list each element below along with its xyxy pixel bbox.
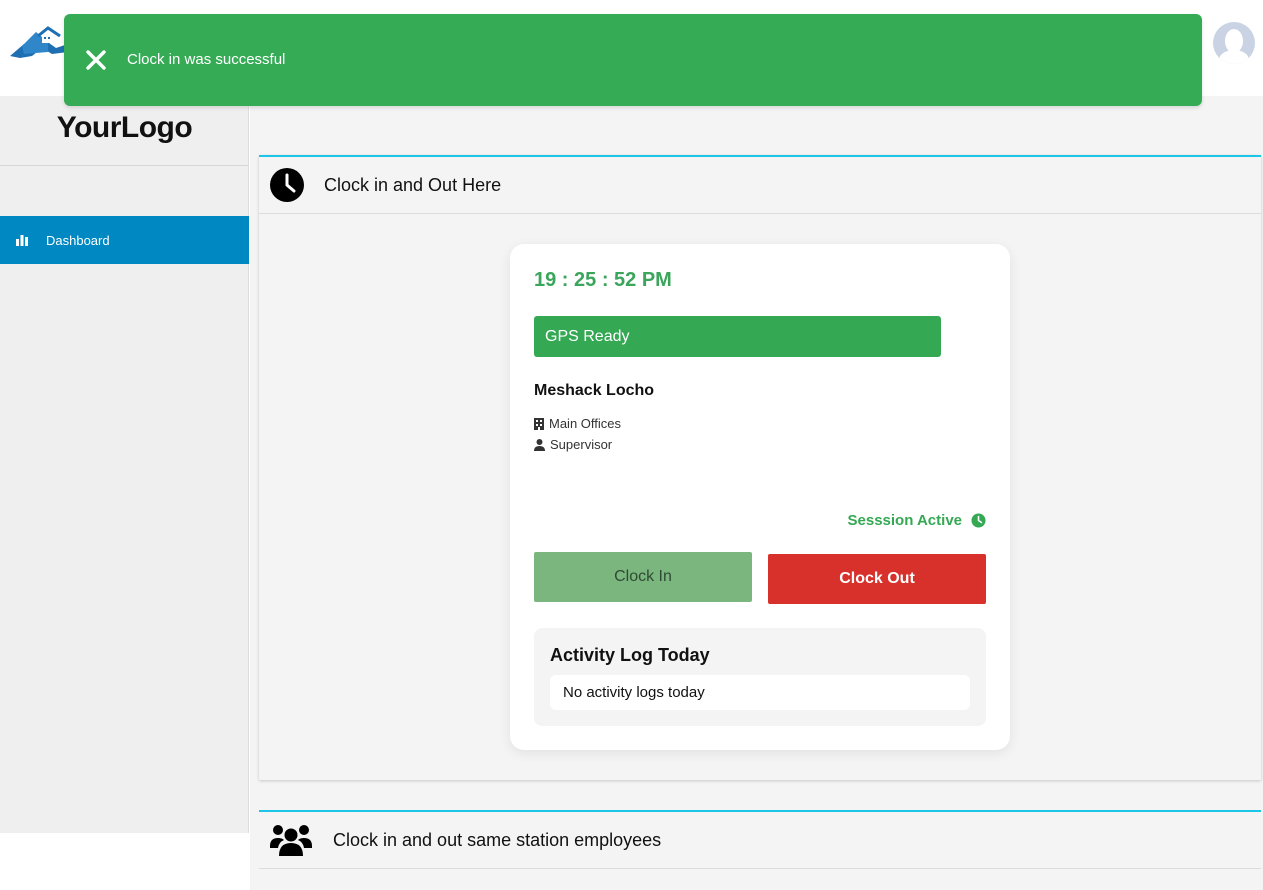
station-employees-panel: Clock in and out same station employees bbox=[259, 810, 1261, 890]
clock-icon bbox=[270, 168, 304, 202]
gps-status-badge: GPS Ready bbox=[534, 316, 941, 357]
role-name: Supervisor bbox=[550, 437, 613, 452]
role-info: Supervisor bbox=[534, 437, 612, 452]
clock-small-icon bbox=[971, 513, 986, 528]
clock-out-button[interactable]: Clock Out bbox=[768, 554, 986, 604]
activity-log-empty-message: No activity logs today bbox=[550, 675, 970, 710]
session-status-label: Sesssion Active bbox=[847, 512, 963, 529]
avatar-body bbox=[1219, 50, 1249, 64]
success-toast: Clock in was successful bbox=[64, 14, 1202, 106]
clock-in-button[interactable]: Clock In bbox=[534, 552, 752, 602]
activity-log: Activity Log Today No activity logs toda… bbox=[534, 628, 986, 726]
sidebar: YourLogo Dashboard bbox=[0, 96, 249, 833]
user-avatar-icon[interactable] bbox=[1213, 22, 1255, 64]
station-panel-title: Clock in and out same station employees bbox=[333, 829, 662, 850]
clock-panel-title: Clock in and Out Here bbox=[324, 174, 502, 195]
houses-logo-icon[interactable] bbox=[8, 22, 70, 62]
sidebar-item-label: Dashboard bbox=[46, 232, 110, 248]
session-status: Sesssion Active bbox=[848, 512, 987, 529]
users-group-icon bbox=[270, 825, 312, 856]
office-info: Main Offices bbox=[534, 416, 621, 431]
office-name: Main Offices bbox=[549, 416, 622, 431]
clock-card: 19 : 25 : 52 PM GPS Ready Meshack Locho … bbox=[510, 244, 1010, 750]
close-icon[interactable] bbox=[84, 48, 108, 72]
clock-panel-header: Clock in and Out Here bbox=[259, 157, 1261, 214]
sidebar-logo[interactable]: YourLogo bbox=[0, 111, 249, 145]
sidebar-item-dashboard[interactable]: Dashboard bbox=[0, 216, 249, 264]
bar-chart-icon bbox=[16, 234, 28, 246]
station-panel-header: Clock in and out same station employees bbox=[259, 812, 1261, 869]
logo-divider bbox=[0, 165, 249, 166]
employee-name: Meshack Locho bbox=[534, 382, 655, 399]
activity-log-title: Activity Log Today bbox=[550, 645, 710, 665]
user-tie-icon bbox=[534, 438, 545, 451]
toast-message: Clock in was successful bbox=[127, 51, 286, 68]
building-icon bbox=[534, 417, 544, 430]
current-time: 19 : 25 : 52 PM bbox=[534, 269, 672, 291]
